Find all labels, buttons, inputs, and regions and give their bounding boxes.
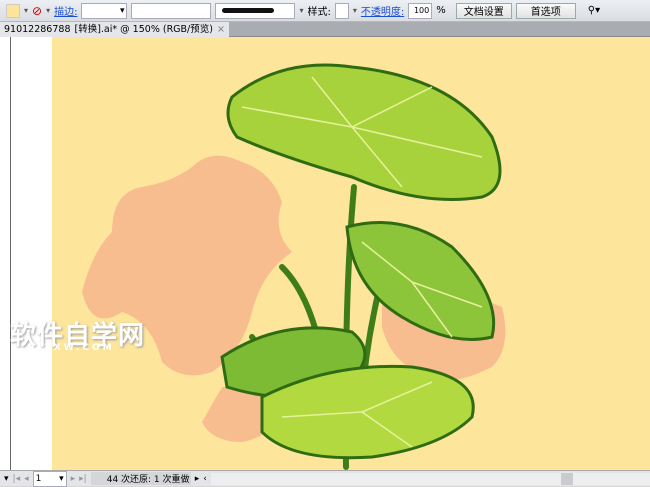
variable-width-select[interactable] [131,2,212,19]
page-select[interactable]: 1 ▾ [32,470,67,487]
brush-stroke-icon [222,8,275,13]
fill-swatch[interactable] [6,3,20,18]
last-page-icon[interactable]: ▸| [79,474,87,484]
artboard[interactable] [52,37,650,470]
horizontal-scrollbar[interactable] [210,472,650,485]
watermark-url: RJZXW.COM [28,343,115,353]
scroll-left-icon[interactable]: ‹ [203,474,207,484]
tab-title: [转换].ai* @ 150% (RGB/预览) [74,24,213,35]
close-icon[interactable]: × [217,22,225,37]
lotus-leaf-illustration [82,63,506,470]
status-menu-arrow-icon[interactable]: ▸ [195,474,200,484]
opacity-unit: % [436,5,446,16]
stroke-weight-field[interactable]: ▾ [81,2,128,19]
status-bar: ▾ |◂ ◂ 1 ▾ ▸ ▸| 44 次还原: 1 次重做 ▸ ‹ [0,470,650,487]
style-label: 样式: [307,7,331,18]
next-page-icon[interactable]: ▸ [71,474,76,484]
arrange-icon[interactable]: ⚲▾ [588,5,600,16]
stroke-link[interactable]: 描边: [54,3,77,18]
control-toolbar: ▾ ⊘ ▾ 描边: ▾ ▾ 样式: ▾ 不透明度: 100 % 文档设置 首选项 … [0,0,650,22]
opacity-field[interactable]: 100 [408,2,433,19]
page-number: 1 [35,473,42,484]
canvas-area[interactable]: 软件自学网 RJZXW.COM [0,37,650,470]
document-setup-button[interactable]: 文档设置 [455,2,512,19]
prev-page-icon[interactable]: ◂ [24,474,29,484]
history-text: 44 次还原: 1 次重做 [106,475,190,485]
history-status[interactable]: 44 次还原: 1 次重做 [90,472,191,485]
preferences-button[interactable]: 首选项 [515,2,576,19]
scrollbar-thumb[interactable] [560,472,573,485]
stroke-none-icon[interactable]: ⊘ [32,4,42,18]
chevron-down-icon[interactable]: ▾ [24,6,28,15]
chevron-down-icon[interactable]: ▾ [4,474,9,484]
chevron-down-icon[interactable]: ▾ [353,6,357,15]
chevron-down-icon[interactable]: ▾ [299,6,303,15]
tab-prefix: 91012286788 [4,24,71,35]
first-page-icon[interactable]: |◂ [13,474,21,484]
document-tab[interactable]: 91012286788 [转换].ai* @ 150% (RGB/预览) × [0,22,229,37]
document-tab-bar: 91012286788 [转换].ai* @ 150% (RGB/预览) × [0,22,650,37]
vertical-guide [10,37,11,470]
chevron-down-icon[interactable]: ▾ [46,6,50,15]
style-select[interactable] [334,2,349,19]
opacity-link[interactable]: 不透明度: [361,3,404,18]
brush-select[interactable] [215,2,296,19]
